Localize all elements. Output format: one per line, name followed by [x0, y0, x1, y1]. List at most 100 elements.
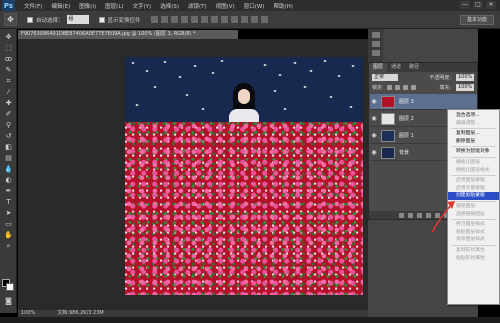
- menu-item[interactable]: 文字(Y): [133, 2, 152, 10]
- menu-item[interactable]: 图层(L): [105, 2, 123, 10]
- history-brush-icon[interactable]: ↺: [3, 132, 14, 141]
- gradient-icon[interactable]: ▤: [3, 154, 14, 163]
- zoom-level[interactable]: 100%: [21, 310, 35, 317]
- context-menu-item: 拷贝图层样式: [456, 222, 485, 228]
- layer-name: 图层 2: [399, 116, 414, 122]
- distribute-top-icon[interactable]: [210, 16, 218, 23]
- info-panel-icon[interactable]: [371, 50, 380, 56]
- align-left-icon[interactable]: [180, 16, 188, 23]
- petal: [201, 108, 205, 110]
- marquee-icon[interactable]: ⬚: [3, 44, 14, 53]
- menu-item[interactable]: 帮助(H): [273, 2, 292, 10]
- context-menu-item: 复制形状属性: [456, 247, 485, 253]
- eraser-icon[interactable]: ◧: [3, 143, 14, 152]
- menu-bar: Ps 文件(F) 编辑(E) 图像(I) 图层(L) 文字(Y) 选择(S) 滤镜(T) 视图…: [0, 0, 500, 11]
- add-mask-icon[interactable]: [417, 212, 422, 218]
- context-menu-item: 粘贴图层样式: [456, 229, 485, 235]
- menu-item[interactable]: 窗口(W): [244, 2, 265, 10]
- show-transform-checkbox[interactable]: [98, 16, 105, 23]
- lasso-icon[interactable]: ꝏ: [3, 55, 14, 64]
- crop-icon[interactable]: ⌗: [3, 77, 14, 86]
- context-menu-item[interactable]: 转换为智能对象: [448, 148, 499, 156]
- menu-item[interactable]: 编辑(E): [51, 2, 70, 10]
- auto-select-checkbox[interactable]: [27, 16, 33, 23]
- layer-thumbnail: [381, 95, 395, 108]
- align-right-icon[interactable]: [200, 16, 208, 23]
- fill-input[interactable]: 100%: [456, 83, 474, 91]
- quick-select-icon[interactable]: ✎: [3, 66, 14, 75]
- align-top-icon[interactable]: [150, 16, 158, 23]
- context-menu-item[interactable]: 混合选项...: [448, 112, 499, 120]
- hand-icon[interactable]: ✋: [3, 231, 14, 240]
- menu-item[interactable]: 滤镜(T): [188, 2, 207, 10]
- tab-channels[interactable]: 通道: [387, 63, 405, 72]
- shape-icon[interactable]: ▭: [3, 220, 14, 229]
- new-group-icon[interactable]: [435, 212, 440, 218]
- opacity-input[interactable]: 100%: [456, 73, 474, 81]
- distribute-left-icon[interactable]: [240, 16, 248, 23]
- image-canvas[interactable]: [125, 57, 363, 295]
- context-menu-item: 选择链接图层: [456, 211, 485, 217]
- maximize-button[interactable]: □: [473, 1, 483, 9]
- quick-mask-icon[interactable]: ◙: [3, 297, 14, 306]
- petal: [303, 86, 307, 88]
- distribute-bottom-icon[interactable]: [230, 16, 238, 23]
- zoom-icon[interactable]: ⌕: [3, 242, 14, 251]
- context-menu-item: 启用图层蒙版: [456, 178, 485, 184]
- menu-item[interactable]: 文件(F): [24, 2, 42, 10]
- visibility-eye-icon[interactable]: ◉: [370, 115, 378, 122]
- tab-paths[interactable]: 路径: [405, 63, 423, 72]
- menu-item[interactable]: 选择(S): [160, 2, 179, 10]
- brush-icon[interactable]: ✐: [3, 110, 14, 119]
- menu-item[interactable]: 视图(V): [216, 2, 235, 10]
- pen-icon[interactable]: ✒: [3, 187, 14, 196]
- context-menu-item[interactable]: 删除图层: [448, 138, 499, 146]
- type-icon[interactable]: T: [3, 198, 14, 207]
- petal: [131, 62, 135, 64]
- eyedropper-icon[interactable]: ⁄: [3, 88, 14, 97]
- lock-transparency-icon[interactable]: [386, 84, 392, 90]
- lock-pixels-icon[interactable]: [394, 84, 400, 90]
- distribute-center-icon[interactable]: [250, 16, 258, 23]
- lock-position-icon[interactable]: [402, 84, 408, 90]
- auto-select-dropdown[interactable]: 组: [66, 15, 89, 24]
- layer-style-icon[interactable]: [408, 212, 413, 218]
- adjustment-layer-icon[interactable]: [426, 212, 431, 218]
- healing-brush-icon[interactable]: ✚: [3, 99, 14, 108]
- portrait-face: [238, 89, 250, 104]
- visibility-eye-icon[interactable]: ◉: [370, 149, 378, 156]
- menu-separator: [451, 244, 496, 246]
- blur-icon[interactable]: 💧: [3, 165, 14, 174]
- align-middle-icon[interactable]: [160, 16, 168, 23]
- petal: [145, 70, 149, 72]
- link-layers-icon[interactable]: [399, 212, 404, 218]
- align-center-icon[interactable]: [190, 16, 198, 23]
- context-menu-item[interactable]: 创建剪贴蒙版: [448, 192, 499, 200]
- properties-panel-icon[interactable]: [371, 41, 380, 47]
- workspace-switcher[interactable]: 基本功能: [460, 15, 494, 25]
- visibility-eye-icon[interactable]: ◉: [370, 132, 378, 139]
- lock-all-icon[interactable]: [410, 84, 416, 90]
- distribute-right-icon[interactable]: [260, 16, 268, 23]
- menu-item[interactable]: 图像(I): [79, 2, 96, 10]
- petal: [278, 74, 282, 76]
- history-panel-icon[interactable]: [371, 32, 380, 38]
- visibility-eye-icon[interactable]: ◉: [370, 98, 378, 105]
- context-menu-item[interactable]: 复制图层...: [448, 130, 499, 138]
- tab-layers[interactable]: 图层: [369, 63, 388, 72]
- path-select-icon[interactable]: ➤: [3, 209, 14, 218]
- move-icon[interactable]: ✥: [3, 33, 14, 42]
- layer-row[interactable]: ◉ 图层 3: [370, 94, 477, 110]
- window-controls: — □ ✕: [460, 1, 496, 9]
- clone-stamp-icon[interactable]: ⚲: [3, 121, 14, 130]
- minimize-button[interactable]: —: [460, 1, 470, 9]
- petal: [329, 96, 333, 98]
- distribute-middle-icon[interactable]: [220, 16, 228, 23]
- document-tab[interactable]: F90763086401DBE87406A0E77E7E09A.jpg @ 10…: [18, 30, 238, 39]
- close-button[interactable]: ✕: [486, 1, 496, 9]
- blend-mode-dropdown[interactable]: 正常: [372, 73, 398, 81]
- background-color-swatch[interactable]: [6, 283, 14, 291]
- move-tool-icon[interactable]: ✥: [4, 13, 17, 26]
- align-bottom-icon[interactable]: [170, 16, 178, 23]
- dodge-icon[interactable]: ◐: [3, 176, 14, 185]
